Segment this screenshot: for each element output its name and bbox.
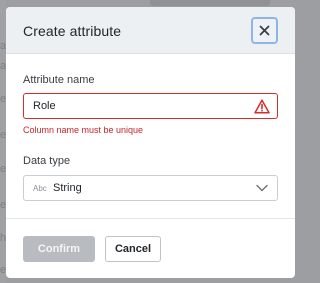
warning-triangle-icon	[254, 99, 270, 114]
data-type-select[interactable]: Abc String	[23, 175, 278, 201]
cancel-button[interactable]: Cancel	[105, 236, 161, 262]
background-app-top-chip	[150, 0, 270, 6]
attribute-name-error: Column name must be unique	[23, 125, 144, 135]
footer-divider	[6, 218, 295, 219]
attribute-name-label: Attribute name	[23, 74, 95, 86]
data-type-value: String	[53, 182, 82, 194]
data-type-label: Data type	[23, 155, 71, 167]
confirm-button[interactable]: Confirm	[23, 236, 95, 262]
dialog-header: Create attribute	[6, 7, 295, 54]
chevron-down-icon	[256, 184, 268, 192]
text-type-icon: Abc	[33, 184, 47, 193]
create-attribute-dialog: Create attribute Attribute name Role Col…	[6, 7, 295, 278]
attribute-name-input[interactable]: Role	[23, 93, 278, 119]
close-button[interactable]	[251, 17, 278, 44]
dialog-title: Create attribute	[23, 23, 122, 39]
attribute-name-value: Role	[33, 100, 56, 112]
close-icon	[259, 25, 270, 36]
